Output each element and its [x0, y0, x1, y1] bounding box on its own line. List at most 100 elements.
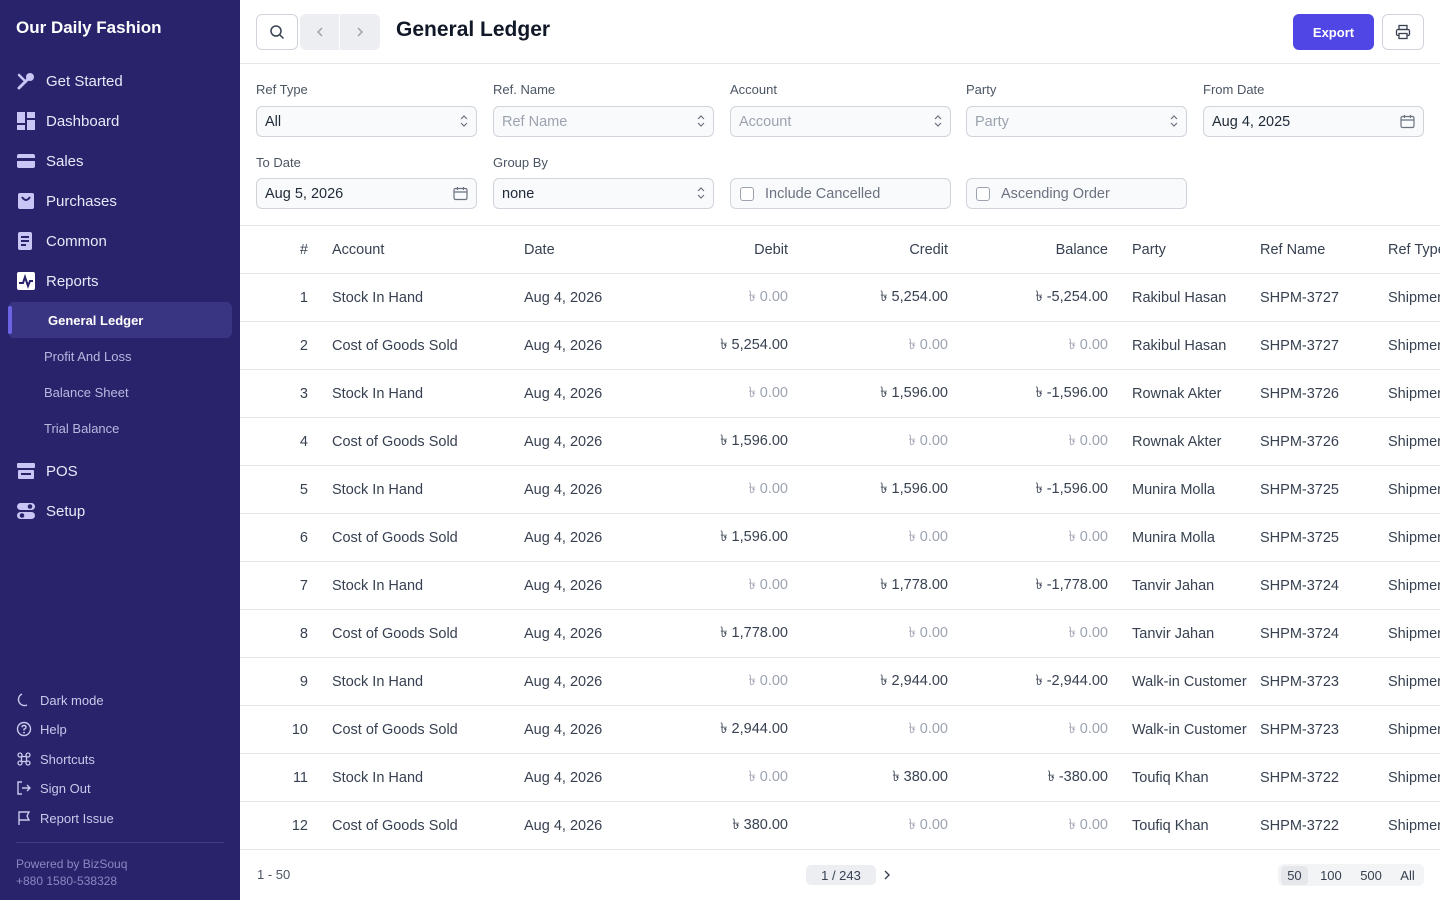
- forward-button[interactable]: [340, 14, 380, 50]
- cell-ref-type: Shipment: [1388, 434, 1440, 450]
- page-size-50[interactable]: 50: [1281, 865, 1308, 885]
- export-button[interactable]: Export: [1293, 14, 1374, 50]
- checkbox-box[interactable]: [976, 187, 990, 201]
- sidebar-item-label: POS: [46, 462, 78, 480]
- table-row[interactable]: 7 Stock In Hand Aug 4, 2026 ৳ 0.00 ৳ 1,778.0…: [240, 562, 1440, 610]
- column-header-balance[interactable]: Balance: [980, 226, 1108, 274]
- cell-ref-type: Shipment: [1388, 482, 1440, 498]
- account-select[interactable]: Account: [730, 106, 951, 137]
- cell-date: Aug 4, 2026: [524, 722, 603, 738]
- row-number: 11: [292, 770, 308, 786]
- reports-chart-icon: [16, 271, 36, 291]
- checkbox-box[interactable]: [740, 187, 754, 201]
- cell-account: Cost of Goods Sold: [332, 818, 458, 834]
- cell-credit: ৳ 0.00: [908, 433, 948, 449]
- cell-account: Stock In Hand: [332, 482, 424, 498]
- column-header-party[interactable]: Party: [1132, 226, 1250, 274]
- column-header-ref-name[interactable]: Ref Name: [1260, 226, 1380, 274]
- cell-account: Cost of Goods Sold: [332, 434, 458, 450]
- print-button[interactable]: [1382, 14, 1424, 50]
- ref-type-select[interactable]: All: [256, 106, 477, 137]
- cell-credit: ৳ 0.00: [908, 721, 948, 737]
- column-header-account[interactable]: Account: [332, 226, 512, 274]
- column-header-credit[interactable]: Credit: [820, 226, 948, 274]
- cell-account: Stock In Hand: [332, 770, 424, 786]
- sales-card-icon: [16, 151, 36, 171]
- sidebar-item-label: Setup: [46, 502, 86, 520]
- ref-name-select[interactable]: Ref Name: [493, 106, 714, 137]
- table-row[interactable]: 9 Stock In Hand Aug 4, 2026 ৳ 0.00 ৳ 2,944.0…: [240, 658, 1440, 706]
- dark-mode-toggle[interactable]: Dark mode: [16, 690, 104, 710]
- sidebar-item-get-started[interactable]: Get Started: [16, 69, 123, 93]
- cell-party: Rownak Akter: [1132, 434, 1222, 450]
- sidebar-subitem-profit-and-loss[interactable]: Profit And Loss: [8, 338, 232, 374]
- cell-party: Rownak Akter: [1132, 386, 1222, 402]
- table-row[interactable]: 3 Stock In Hand Aug 4, 2026 ৳ 0.00 ৳ 1,596.0…: [240, 370, 1440, 418]
- cell-account: Cost of Goods Sold: [332, 722, 458, 738]
- table-row[interactable]: 8 Cost of Goods Sold Aug 4, 2026 ৳ 1,778.00…: [240, 610, 1440, 658]
- column-header-number[interactable]: #: [256, 226, 308, 274]
- cell-debit: ৳ 1,596.00: [720, 529, 788, 545]
- page-size-500[interactable]: 500: [1354, 866, 1388, 885]
- cell-account: Cost of Goods Sold: [332, 338, 458, 354]
- row-number: 10: [291, 722, 308, 738]
- column-header-date[interactable]: Date: [524, 226, 664, 274]
- sidebar-item-sales[interactable]: Sales: [16, 149, 84, 173]
- to-date-input[interactable]: Aug 5, 2026: [256, 178, 477, 209]
- cell-ref-name: SHPM-3727: [1260, 338, 1339, 354]
- table-row[interactable]: 12 Cost of Goods Sold Aug 4, 2026 ৳ 380.00 ৳…: [240, 802, 1440, 850]
- sidebar-subitem-general-ledger[interactable]: General Ledger: [8, 302, 232, 338]
- cell-balance: ৳ 0.00: [1068, 721, 1108, 737]
- cell-credit: ৳ 1,596.00: [880, 385, 948, 401]
- cell-credit: ৳ 0.00: [908, 817, 948, 833]
- table-row[interactable]: 4 Cost of Goods Sold Aug 4, 2026 ৳ 1,596.00…: [240, 418, 1440, 466]
- page-size-100[interactable]: 100: [1314, 866, 1348, 885]
- cell-credit: ৳ 2,944.00: [880, 673, 948, 689]
- page-size-all[interactable]: All: [1394, 866, 1420, 885]
- column-header-ref-type[interactable]: Ref Type: [1388, 226, 1440, 274]
- help-icon: [16, 721, 32, 737]
- sidebar-item-purchases[interactable]: Purchases: [16, 189, 117, 213]
- row-range: 1 - 50: [257, 867, 291, 882]
- cell-date: Aug 4, 2026: [524, 290, 603, 306]
- cell-debit: ৳ 0.00: [748, 289, 788, 305]
- table-row[interactable]: 11 Stock In Hand Aug 4, 2026 ৳ 0.00 ৳ 380.00…: [240, 754, 1440, 802]
- cell-debit: ৳ 2,944.00: [720, 721, 788, 737]
- cell-balance: ৳ 0.00: [1068, 529, 1108, 545]
- table-row[interactable]: 2 Cost of Goods Sold Aug 4, 2026 ৳ 5,254.00…: [240, 322, 1440, 370]
- next-page-button[interactable]: [880, 866, 894, 884]
- table-row[interactable]: 1 Stock In Hand Aug 4, 2026 ৳ 0.00 ৳ 5,254.0…: [240, 274, 1440, 322]
- sidebar-subitem-balance-sheet[interactable]: Balance Sheet: [8, 374, 232, 410]
- column-header-debit[interactable]: Debit: [660, 226, 788, 274]
- account-label: Account: [730, 82, 777, 97]
- sign-out-link[interactable]: Sign Out: [16, 778, 91, 798]
- sidebar-item-common[interactable]: Common: [16, 229, 107, 253]
- table-row[interactable]: 6 Cost of Goods Sold Aug 4, 2026 ৳ 1,596.00…: [240, 514, 1440, 562]
- sidebar-item-setup[interactable]: Setup: [16, 499, 85, 523]
- sidebar-item-reports[interactable]: Reports: [16, 269, 99, 293]
- table-row[interactable]: 5 Stock In Hand Aug 4, 2026 ৳ 0.00 ৳ 1,596.0…: [240, 466, 1440, 514]
- party-select[interactable]: Party: [966, 106, 1187, 137]
- back-button[interactable]: [300, 14, 340, 50]
- cell-ref-name: SHPM-3724: [1260, 626, 1339, 642]
- from-date-input[interactable]: Aug 4, 2025: [1203, 106, 1424, 137]
- flag-icon: [16, 810, 32, 826]
- sidebar-item-pos[interactable]: POS: [16, 459, 78, 483]
- chevron-right-icon: [884, 870, 890, 880]
- shortcuts-link[interactable]: Shortcuts: [16, 749, 95, 769]
- report-issue-link[interactable]: Report Issue: [16, 808, 114, 828]
- cell-account: Stock In Hand: [332, 674, 424, 690]
- cell-date: Aug 4, 2026: [524, 386, 603, 402]
- table-row[interactable]: 10 Cost of Goods Sold Aug 4, 2026 ৳ 2,944.0…: [240, 706, 1440, 754]
- sidebar-subitem-trial-balance[interactable]: Trial Balance: [8, 410, 232, 446]
- sign-out-label: Sign Out: [40, 780, 91, 796]
- search-button[interactable]: [256, 14, 298, 50]
- group-by-select[interactable]: none: [493, 178, 714, 209]
- ascending-order-checkbox[interactable]: Ascending Order: [966, 178, 1187, 209]
- help-link[interactable]: Help: [16, 719, 67, 739]
- include-cancelled-checkbox[interactable]: Include Cancelled: [730, 178, 951, 209]
- cell-date: Aug 4, 2026: [524, 578, 603, 594]
- sidebar-item-dashboard[interactable]: Dashboard: [16, 109, 119, 133]
- common-doc-icon: [16, 231, 36, 251]
- cell-ref-type: Shipment: [1388, 722, 1440, 738]
